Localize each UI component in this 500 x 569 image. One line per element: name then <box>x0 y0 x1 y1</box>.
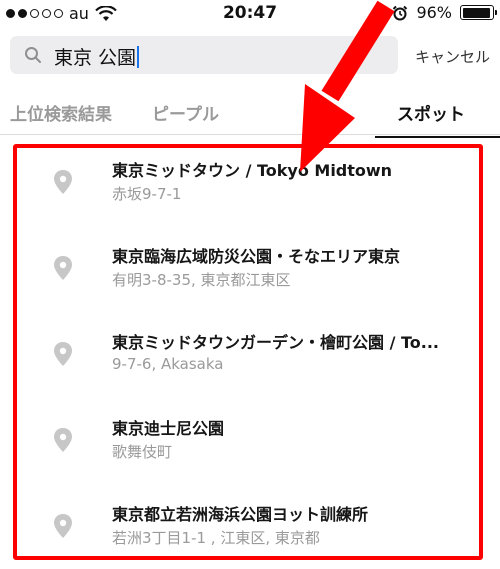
location-pin-icon <box>54 428 72 452</box>
list-item[interactable]: 東京ミッドタウンガーデン・檜町公園 / To... 9-7-6, Akasaka <box>0 311 500 397</box>
text-caret <box>137 46 140 68</box>
spot-name: 東京臨海広域防災公園・そなエリア東京 <box>112 247 401 266</box>
location-pin-icon <box>54 170 72 194</box>
list-item[interactable]: 東京臨海広域防災公園・そなエリア東京 有明3-8-35, 東京都江東区 <box>0 225 500 311</box>
spot-address: 歌舞伎町 <box>112 443 173 461</box>
status-bar: au 20:47 96% <box>0 0 500 28</box>
location-pin-icon <box>54 514 72 538</box>
search-icon <box>25 47 41 63</box>
alarm-clock-icon <box>393 5 408 20</box>
spot-name: 東京ミッドタウン / Tokyo Midtown <box>112 161 393 180</box>
result-tabs: 上位検索結果 ピープル スポット <box>0 90 500 135</box>
status-right: 96% <box>392 3 497 22</box>
tab-spots[interactable]: スポット <box>397 100 465 125</box>
spot-address: 赤坂9-7-1 <box>112 185 182 203</box>
spot-name: 東京迪士尼公園 <box>112 419 225 438</box>
active-tab-indicator <box>375 136 500 138</box>
battery-icon <box>460 5 497 20</box>
list-item[interactable]: 東京都立若洲海浜公園ヨット訓練所 若洲3丁目1-1 , 江東区, 東京都 <box>0 483 500 569</box>
list-item[interactable]: 東京迪士尼公園 歌舞伎町 <box>0 397 500 483</box>
spot-name: 東京ミッドタウンガーデン・檜町公園 / To... <box>112 333 440 352</box>
cancel-button[interactable]: キャンセル <box>415 46 490 67</box>
tab-top-results[interactable]: 上位検索結果 <box>10 100 112 125</box>
search-bar[interactable]: 東京 公園 <box>10 36 398 74</box>
spot-address: 若洲3丁目1-1 , 江東区, 東京都 <box>112 529 320 547</box>
search-input[interactable]: 東京 公園 <box>54 43 140 70</box>
battery-percent: 96% <box>416 3 452 22</box>
spot-name: 東京都立若洲海浜公園ヨット訓練所 <box>112 505 369 524</box>
location-pin-icon <box>54 256 72 280</box>
search-query-text: 東京 公園 <box>54 47 137 69</box>
spot-address: 9-7-6, Akasaka <box>112 355 224 373</box>
tab-people[interactable]: ピープル <box>152 100 219 125</box>
location-pin-icon <box>54 342 72 366</box>
spot-address: 有明3-8-35, 東京都江東区 <box>112 271 291 289</box>
list-item[interactable]: 東京ミッドタウン / Tokyo Midtown 赤坂9-7-1 <box>0 139 500 225</box>
